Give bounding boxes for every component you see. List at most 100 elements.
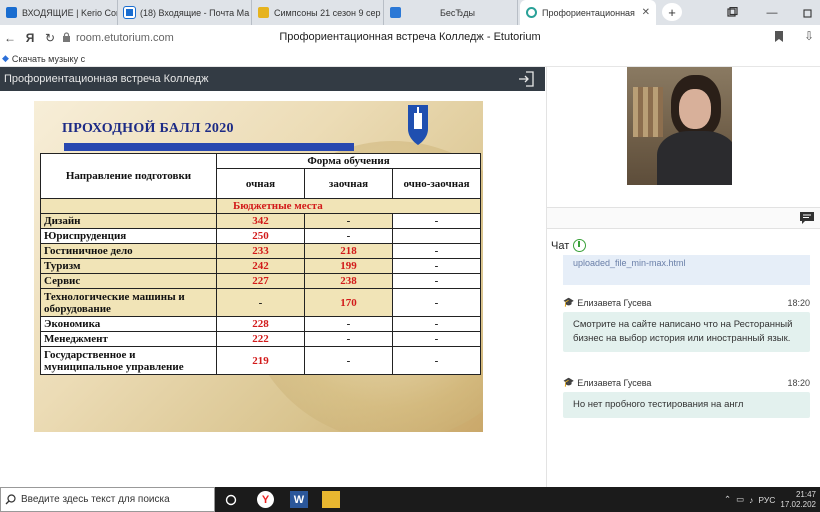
mail-icon — [6, 7, 17, 18]
tab-simpsons[interactable]: Симпсоны 21 сезон 9 сер — [252, 0, 384, 25]
tab-besedy[interactable]: БесЂды — [384, 0, 518, 25]
tab-label: Профориентационная — [542, 7, 635, 18]
table-row: Технологические машины и оборудование -17… — [40, 288, 481, 317]
tab-label: Симпсоны 21 сезон 9 сер — [274, 7, 381, 18]
chevron-up-icon[interactable]: ⌃ — [724, 494, 731, 505]
chat-title: Чат — [551, 239, 570, 252]
search-icon — [5, 494, 16, 505]
new-tab-button[interactable]: + — [662, 3, 682, 21]
score-mixed: - — [392, 213, 481, 229]
reload-icon[interactable]: ↻ — [40, 31, 60, 45]
table-row: Дизайн 342- - — [40, 213, 481, 229]
mail-icon — [123, 6, 136, 19]
col-extramural: заочная — [304, 168, 393, 199]
col-form: Форма обучения — [216, 153, 481, 169]
score-extramural: 218 — [304, 243, 393, 259]
video-pinboard — [633, 87, 663, 137]
col-fulltime: очная — [216, 168, 305, 199]
table-row: Туризм 242 199- — [40, 258, 481, 274]
file-explorer-icon[interactable] — [322, 491, 340, 508]
exit-icon[interactable] — [517, 71, 535, 87]
minimize-icon[interactable]: — — [764, 0, 780, 25]
clock[interactable]: 21:47 17.02.202 — [780, 490, 816, 510]
address-bar: ← Я ↻ room.etutorium.com Профориентацион… — [0, 25, 820, 51]
score-mixed: - — [392, 288, 481, 317]
score-fulltime: - — [216, 288, 305, 317]
url-field[interactable]: room.etutorium.com — [76, 32, 174, 44]
score-fulltime: 228 — [216, 316, 305, 332]
message-header: 🎓 Елизавета Гусева 18:20 — [563, 377, 810, 388]
score-mixed: - — [392, 243, 481, 259]
clock-date: 17.02.202 — [780, 499, 816, 509]
restore-icon[interactable] — [800, 0, 816, 25]
taskbar-search[interactable]: Введите здесь текст для поиска — [0, 487, 215, 512]
message-time: 18:20 — [787, 377, 810, 388]
webcam-video — [627, 67, 732, 185]
close-icon[interactable]: ✕ — [636, 7, 650, 18]
score-mixed: - — [392, 346, 481, 375]
yandex-browser-icon[interactable]: Y — [257, 491, 274, 508]
chat-bubble-icon[interactable] — [799, 211, 815, 225]
prev-fragment-text: uploaded_file_min-max.html — [573, 258, 686, 268]
message-header: 🎓 Елизавета Гусева 18:20 — [563, 297, 810, 308]
tab-etutorium[interactable]: Профориентационная ✕ — [520, 0, 656, 25]
bookmark-item-icon: ◆ — [2, 53, 9, 63]
language-indicator[interactable]: РУС — [758, 495, 775, 505]
score-extramural: - — [304, 346, 393, 375]
score-fulltime: 342 — [216, 213, 305, 229]
taskbar: Введите здесь текст для поиска Y W ⌃ ▭ ♪… — [0, 487, 820, 512]
chat-icon — [390, 7, 401, 18]
back-icon[interactable]: ← — [0, 31, 20, 45]
direction-name: Менеджмент — [40, 331, 217, 347]
tab-label: ВХОДЯЩИЕ | Kerio Conne — [22, 7, 117, 18]
score-mixed: - — [392, 331, 481, 347]
score-fulltime: 222 — [216, 331, 305, 347]
slide-title: ПРОХОДНОЙ БАЛЛ 2020 — [62, 121, 234, 136]
system-tray: ⌃ ▭ ♪ РУС 21:47 17.02.202 — [724, 489, 816, 510]
score-extramural: - — [304, 228, 393, 244]
presentation-area: Профориентационная встреча Колледж ПРОХО… — [0, 67, 545, 487]
message-bubble: Смотрите на сайте написано что на Рестор… — [563, 312, 810, 352]
volume-icon[interactable]: ♪ — [749, 495, 753, 505]
direction-name: Туризм — [40, 258, 217, 274]
chat-message: 🎓 Елизавета Гусева 18:20 Но нет пробного… — [563, 377, 810, 418]
tab-search-icon[interactable] — [724, 0, 740, 25]
table-row: Сервис 227 238- — [40, 273, 481, 289]
video-person-body — [657, 131, 732, 185]
table-row: Менеджмент 222- - — [40, 331, 481, 347]
tab-mail[interactable]: (18) Входящие - Почта Ма — [118, 0, 252, 25]
score-extramural: - — [304, 316, 393, 332]
task-view-icon[interactable] — [222, 491, 240, 508]
score-mixed: - — [392, 258, 481, 274]
slide-title-underline — [64, 143, 354, 151]
extension-icon[interactable]: ⇩ — [804, 29, 814, 43]
college-logo-icon — [408, 105, 428, 145]
bookmark-icon[interactable] — [775, 31, 785, 43]
presentation-title: Профориентационная встреча Колледж — [4, 73, 209, 85]
video-person-face — [679, 89, 711, 129]
section-budget: Бюджетные места — [216, 198, 481, 214]
score-fulltime: 250 — [216, 228, 305, 244]
chat-message: 🎓 Елизавета Гусева 18:20 Смотрите на сай… — [563, 297, 810, 352]
score-mixed: - — [392, 316, 481, 332]
gear-icon — [526, 7, 537, 18]
bookmarks-bar: ◆ Скачать музыку с — [0, 51, 820, 67]
direction-name: Технологические машины и оборудование — [40, 288, 217, 317]
yandex-logo-icon[interactable]: Я — [20, 31, 40, 45]
download-icon[interactable] — [573, 239, 587, 252]
passing-score-table: Направление подготовки Форма обучения оч… — [40, 153, 481, 375]
previous-message-fragment: uploaded_file_min-max.html — [563, 255, 810, 285]
network-icon[interactable]: ▭ — [736, 494, 744, 505]
score-extramural: - — [304, 331, 393, 347]
direction-name: Сервис — [40, 273, 217, 289]
tab-kerio[interactable]: ВХОДЯЩИЕ | Kerio Conne — [0, 0, 118, 25]
bookmark-item[interactable]: Скачать музыку с — [12, 54, 85, 64]
right-panel: Чат uploaded_file_min-max.html 🎓 Елизаве… — [546, 67, 820, 487]
direction-name: Юриспруденция — [40, 228, 217, 244]
table-row: Государственное и муниципальное управлен… — [40, 346, 481, 375]
video-icon — [258, 7, 269, 18]
browser-tab-strip: ВХОДЯЩИЕ | Kerio Conne (18) Входящие - П… — [0, 0, 820, 25]
graduation-cap-icon: 🎓 — [563, 297, 575, 307]
word-icon[interactable]: W — [290, 491, 308, 508]
score-fulltime: 219 — [216, 346, 305, 375]
